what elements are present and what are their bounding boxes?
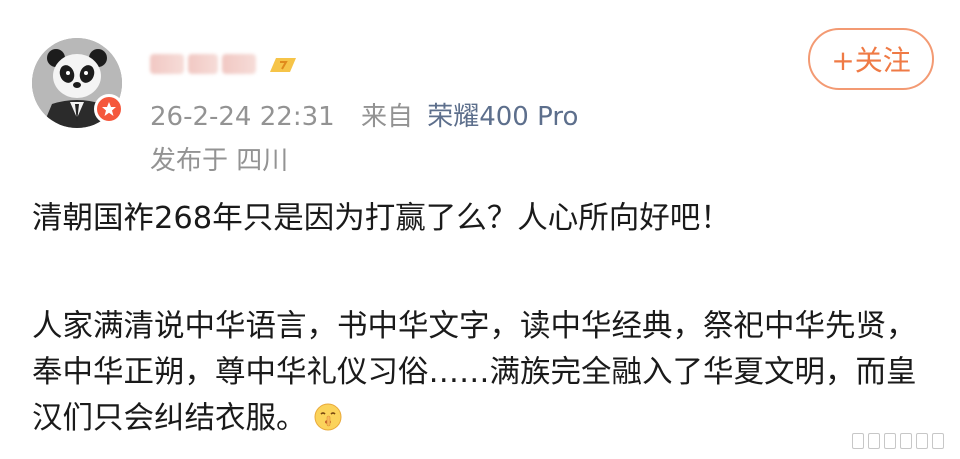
post-paragraph: 人家满清说中华语言，书中华文字，读中华经典，祭祀中华先贤，奉中华正朔，尊中华礼仪… <box>32 304 937 442</box>
post-content: 清朝国祚268年只是因为打赢了么？人心所向好吧！ 人家满清说中华语言，书中华文字… <box>32 196 937 442</box>
device-link[interactable]: 荣耀400 Pro <box>427 102 578 132</box>
corner-watermark <box>852 431 952 451</box>
follow-button[interactable]: +关注 <box>808 28 934 90</box>
post-location: 发布于 四川 <box>150 146 289 176</box>
post-paragraph-text: 人家满清说中华语言，书中华文字，读中华经典，祭祀中华先贤，奉中华正朔，尊中华礼仪… <box>32 309 917 436</box>
post-paragraph: 清朝国祚268年只是因为打赢了么？人心所向好吧！ <box>32 201 731 236</box>
post-timestamp: 26-2-24 22:31 <box>150 102 335 132</box>
member-level-icon <box>266 54 300 76</box>
post-meta: 26-2-24 22:31 来自 荣耀400 Pro <box>150 96 578 133</box>
verified-badge-icon <box>94 94 124 124</box>
username-blurred[interactable] <box>150 50 260 78</box>
source-prefix: 来自 <box>360 102 413 132</box>
shush-emoji-icon <box>313 400 343 431</box>
